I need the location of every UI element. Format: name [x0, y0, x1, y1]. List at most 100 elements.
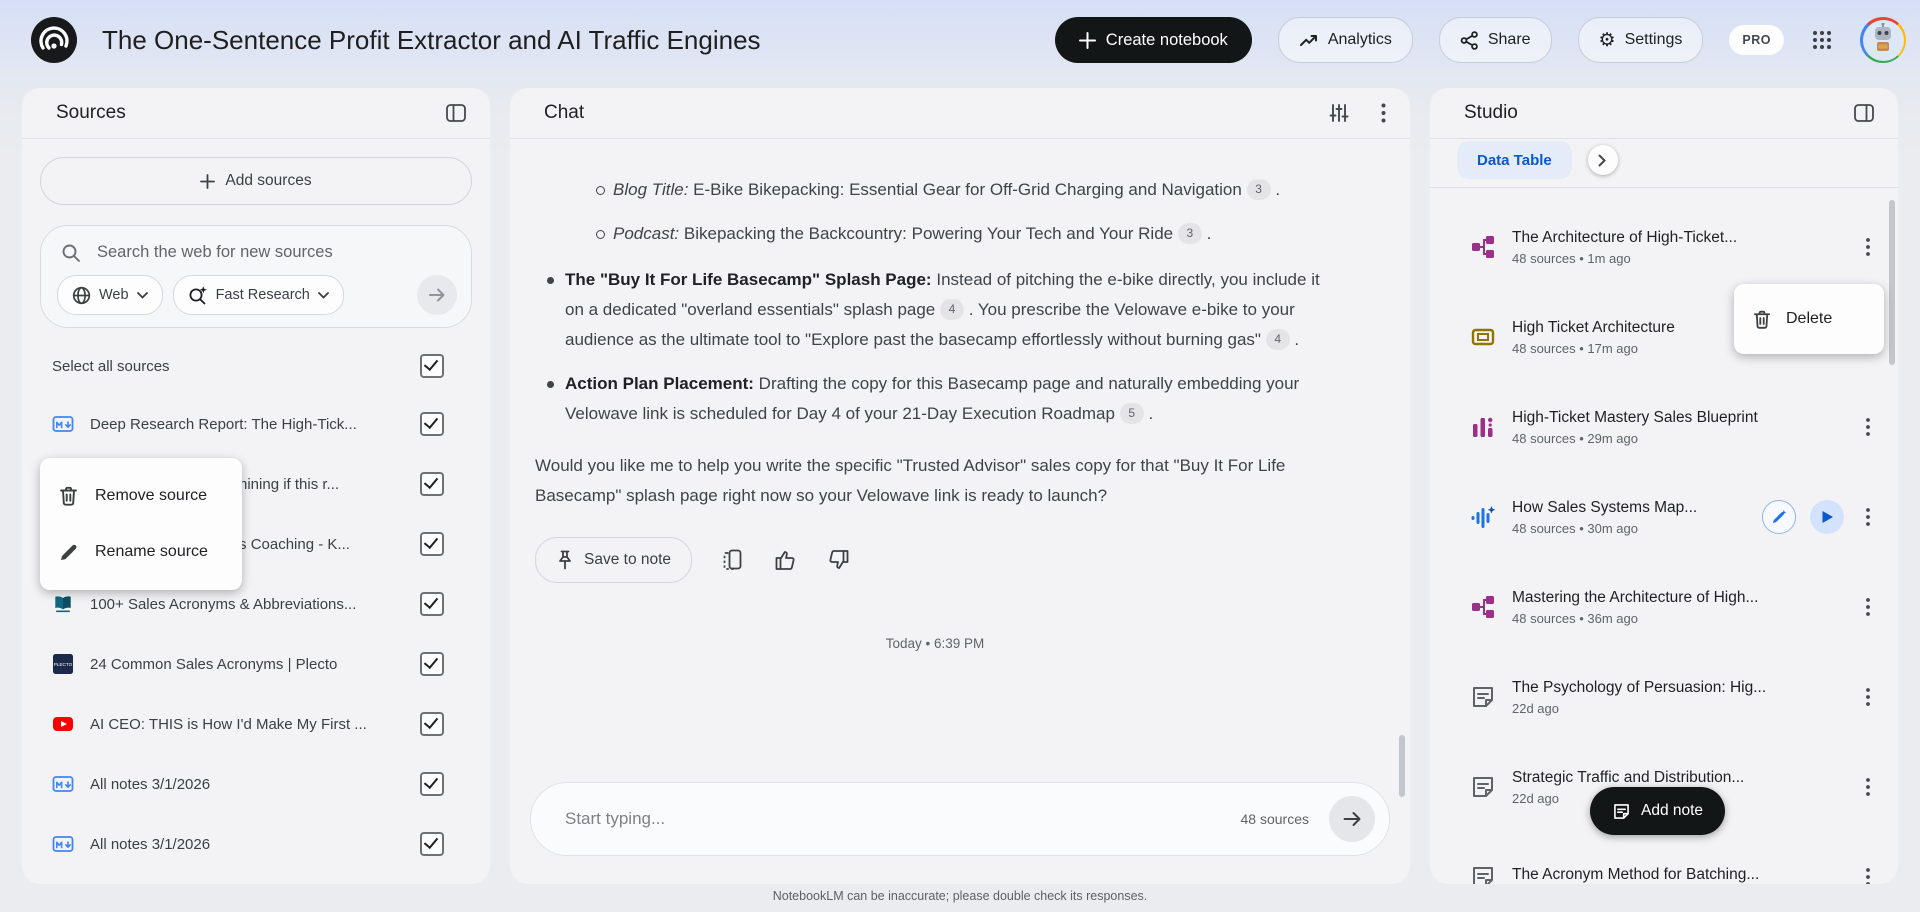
sources-panel: Sources Add sources Web F: [22, 88, 490, 884]
more-options-icon[interactable]: [1856, 598, 1880, 616]
citation-chip[interactable]: 5: [1119, 403, 1144, 424]
more-options-icon[interactable]: [1856, 238, 1880, 256]
thumbs-up-icon[interactable]: [774, 549, 797, 571]
delete-menu-item[interactable]: Delete: [1734, 284, 1884, 354]
hollow-bullet-marker: [596, 230, 605, 239]
studio-scrollbar[interactable]: [1889, 200, 1895, 365]
more-options-icon[interactable]: [1856, 418, 1880, 436]
chat-input[interactable]: [563, 808, 1241, 830]
more-options-icon[interactable]: [1856, 868, 1880, 884]
note-icon: [1470, 684, 1496, 710]
add-note-button[interactable]: Add note: [1590, 787, 1726, 835]
source-checkbox[interactable]: [420, 472, 444, 496]
data-table-chip[interactable]: Data Table: [1457, 141, 1572, 179]
flowchart-icon: [1470, 234, 1496, 260]
notebooklm-logo-icon[interactable]: [30, 16, 78, 64]
pro-badge: PRO: [1729, 25, 1784, 55]
chip-next-button[interactable]: [1587, 145, 1618, 175]
source-checkbox[interactable]: [420, 532, 444, 556]
markdown-file-icon: [52, 413, 74, 435]
studio-item[interactable]: How Sales Systems Map... 48 sources • 30m…: [1430, 472, 1898, 562]
search-options-row: Web Fast Research: [57, 275, 457, 315]
citation-chip[interactable]: 4: [1265, 329, 1290, 350]
select-all-row: Select all sources: [22, 348, 490, 384]
chat-message: Blog Title: E-Bike Bikepacking: Essentia…: [510, 139, 1410, 659]
rename-source-menu-item[interactable]: Rename source: [40, 524, 242, 580]
research-sparkle-search-icon: [188, 285, 208, 305]
user-avatar[interactable]: [1860, 17, 1906, 63]
select-all-label: Select all sources: [52, 357, 170, 375]
studio-item[interactable]: High-Ticket Mastery Sales Blueprint 48 so…: [1430, 382, 1898, 472]
studio-item[interactable]: The Acronym Method for Batching...: [1430, 832, 1898, 884]
source-row[interactable]: All notes 3/1/2026: [22, 814, 490, 874]
collapse-panel-icon[interactable]: [1854, 104, 1874, 122]
plus-icon: [1078, 31, 1096, 49]
play-button[interactable]: [1810, 500, 1844, 534]
chat-timestamp: Today • 6:39 PM: [885, 636, 985, 651]
search-icon: [61, 243, 81, 263]
source-row[interactable]: AI CEO: THIS is How I'd Make My First ..…: [22, 694, 490, 754]
chat-scrollbar[interactable]: [1399, 735, 1405, 797]
settings-button[interactable]: ⚙ Settings: [1577, 17, 1704, 63]
chat-sub-bullet: Podcast: Bikepacking the Backcountry: Po…: [535, 219, 1335, 249]
more-options-icon[interactable]: [1856, 778, 1880, 796]
flowchart-icon: [1470, 594, 1496, 620]
top-bar: The One-Sentence Profit Extractor and AI…: [0, 0, 1920, 80]
create-notebook-button[interactable]: Create notebook: [1054, 17, 1252, 63]
share-icon: [1460, 30, 1479, 50]
apps-grid-icon[interactable]: [1810, 28, 1834, 52]
send-button[interactable]: [1329, 796, 1375, 842]
chevron-down-icon: [317, 291, 329, 299]
copy-icon[interactable]: [722, 548, 744, 572]
chat-more-options-icon[interactable]: [1381, 103, 1386, 123]
source-row[interactable]: Deep Research Report: The High-Tick...: [22, 394, 490, 454]
search-input[interactable]: [95, 242, 429, 263]
svg-text:PLECTO: PLECTO: [54, 662, 73, 667]
save-to-note-button[interactable]: Save to note: [535, 537, 693, 583]
interactive-mode-button[interactable]: [1762, 500, 1796, 534]
collapse-panel-icon[interactable]: [446, 104, 466, 122]
source-row[interactable]: PLECTO 24 Common Sales Acronyms | Plecto: [22, 634, 490, 694]
studio-item[interactable]: Mastering the Architecture of High... 48 …: [1430, 562, 1898, 652]
bar-chart-icon: [1470, 414, 1496, 440]
citation-chip[interactable]: 4: [940, 299, 964, 320]
add-note-icon: [1612, 802, 1631, 821]
remove-source-menu-item[interactable]: Remove source: [40, 468, 242, 524]
chevron-down-icon: [136, 291, 148, 299]
gear-icon: ⚙: [1598, 29, 1616, 51]
studio-chip-strip: Data Table: [1430, 139, 1898, 188]
thumbs-down-icon[interactable]: [827, 549, 850, 571]
audio-waveform-icon: [1470, 504, 1496, 530]
chat-input-bar: 48 sources: [530, 782, 1390, 856]
book-favicon: [52, 593, 74, 615]
web-source-dropdown[interactable]: Web: [57, 275, 163, 315]
research-mode-dropdown[interactable]: Fast Research: [172, 275, 344, 315]
source-checkbox[interactable]: [420, 712, 444, 736]
share-button[interactable]: Share: [1438, 17, 1552, 63]
search-submit-button[interactable]: [417, 275, 457, 315]
add-sources-button[interactable]: Add sources: [40, 157, 472, 205]
more-options-icon[interactable]: [1856, 688, 1880, 706]
chat-bullet: Action Plan Placement: Drafting the copy…: [535, 369, 1335, 429]
citation-chip[interactable]: 3: [1177, 223, 1202, 244]
globe-icon: [72, 286, 91, 305]
chat-settings-tune-icon[interactable]: [1329, 103, 1349, 123]
source-checkbox[interactable]: [420, 412, 444, 436]
source-checkbox[interactable]: [420, 652, 444, 676]
more-options-icon[interactable]: [1856, 508, 1880, 526]
notebook-title[interactable]: The One-Sentence Profit Extractor and AI…: [102, 25, 761, 56]
select-all-checkbox[interactable]: [420, 354, 444, 378]
source-checkbox[interactable]: [420, 592, 444, 616]
citation-chip[interactable]: 3: [1246, 179, 1271, 200]
message-actions-row: Save to note: [535, 537, 1335, 583]
sources-panel-title: Sources: [56, 102, 126, 123]
markdown-file-icon: [52, 773, 74, 795]
trash-icon: [58, 485, 79, 507]
studio-item[interactable]: The Psychology of Persuasion: Hig... 22d …: [1430, 652, 1898, 742]
source-checkbox[interactable]: [420, 832, 444, 856]
source-row[interactable]: All notes 3/1/2026: [22, 754, 490, 814]
source-checkbox[interactable]: [420, 772, 444, 796]
analytics-button[interactable]: Analytics: [1277, 17, 1413, 63]
table-icon: [1470, 324, 1496, 350]
studio-item[interactable]: The Architecture of High-Ticket... 48 sou…: [1430, 202, 1898, 292]
